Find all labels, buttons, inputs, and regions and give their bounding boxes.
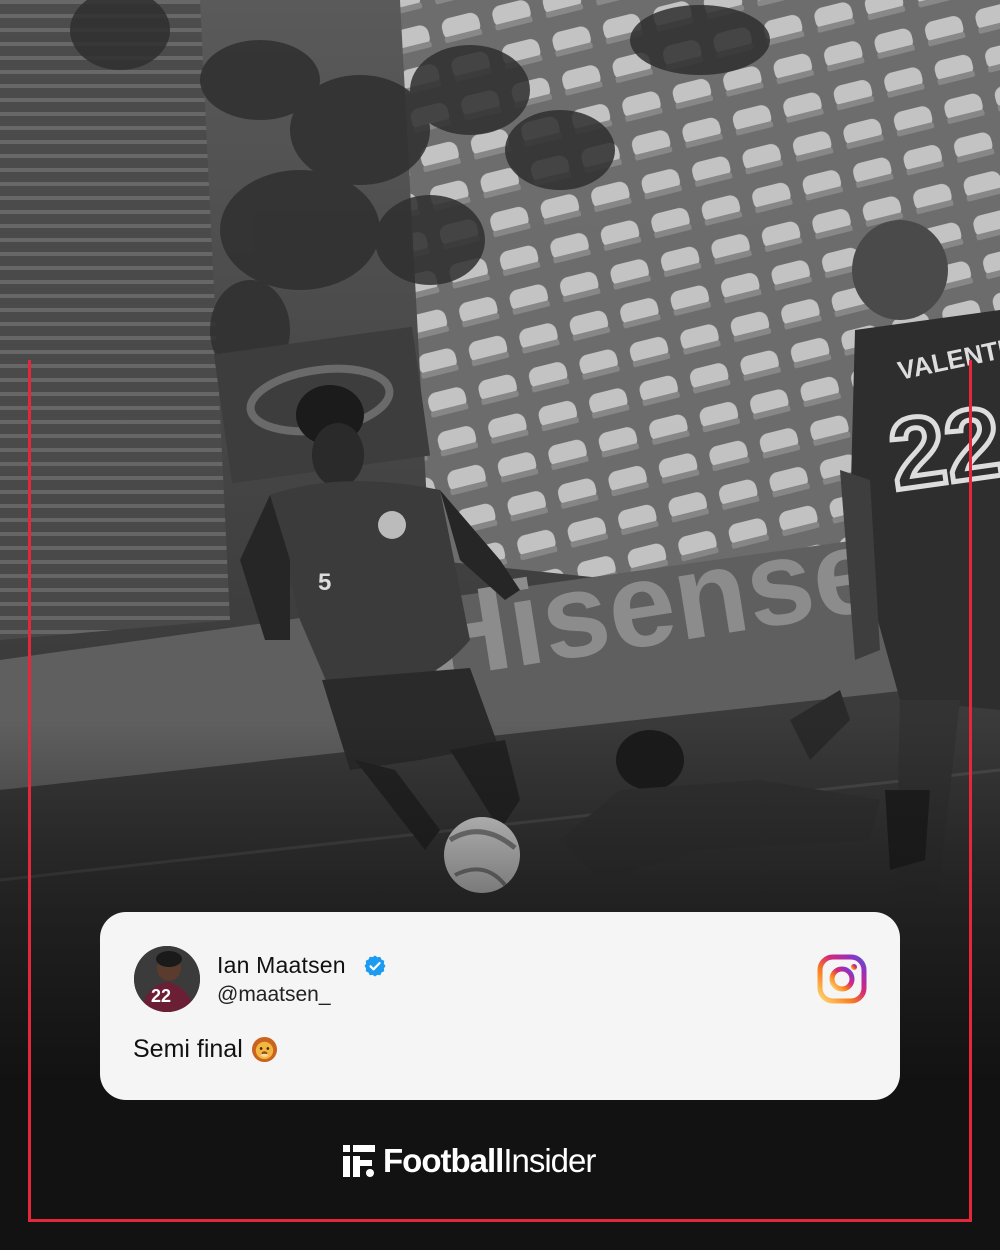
lion-emoji-icon [251, 1036, 277, 1063]
brand-name: FootballInsider [383, 1142, 596, 1180]
brand-name-bold: Football [383, 1142, 504, 1179]
author-handle[interactable]: @maatsen_ [217, 983, 331, 1007]
author-name[interactable]: Ian Maatsen [217, 952, 346, 979]
football-insider-logo[interactable]: FootballInsider [343, 1140, 596, 1182]
avatar[interactable]: 22 [134, 946, 200, 1012]
brand-name-light: Insider [503, 1142, 596, 1179]
instagram-post-card[interactable]: 22 Ian Maatsen @maatsen_ Semi final [100, 912, 900, 1100]
instagram-icon[interactable] [817, 954, 867, 1004]
verified-badge-icon [364, 955, 386, 977]
avatar-number: 22 [151, 986, 171, 1006]
caption-text: Semi final [133, 1035, 243, 1063]
post-caption: Semi final [133, 1035, 278, 1064]
football-insider-logo-icon [343, 1145, 375, 1177]
